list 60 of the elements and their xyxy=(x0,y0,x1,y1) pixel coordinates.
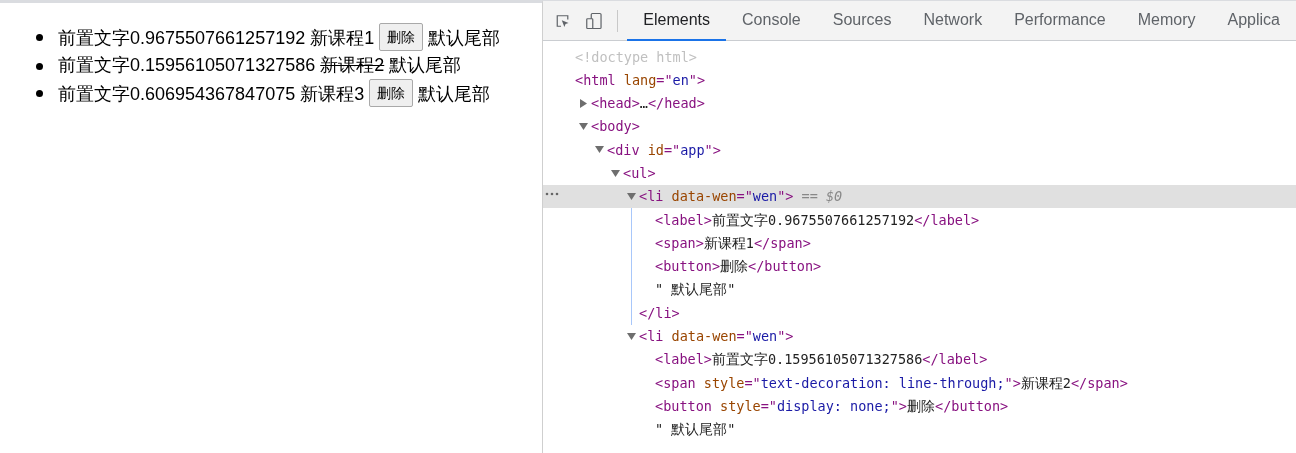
dom-node-row[interactable]: <body> xyxy=(543,114,1296,139)
dom-node-row[interactable]: " 默认尾部" xyxy=(543,417,1296,442)
item-suffix: 默认尾部 xyxy=(428,28,501,48)
delete-button[interactable]: 删除 xyxy=(369,79,414,107)
item-suffix: 默认尾部 xyxy=(389,55,462,75)
expanded-triangle-icon[interactable] xyxy=(579,122,588,132)
dom-node-text: <button>删除</button> xyxy=(655,257,822,277)
dom-node-text: <label>前置文字0.15956105071327586</label> xyxy=(655,350,988,370)
bullet-icon xyxy=(36,90,43,97)
dom-node-row[interactable]: <label>前置文字0.15956105071327586</label> xyxy=(543,347,1296,372)
dom-node-text: <li data-wen="wen"> == $0 xyxy=(639,187,843,207)
devtools-tab[interactable]: Applica xyxy=(1211,0,1296,41)
dom-node-row[interactable]: <li data-wen="wen"> xyxy=(543,324,1296,348)
dom-node-row[interactable]: <span style="text-decoration: line-through;">新课程2</span> xyxy=(543,371,1296,395)
dom-node-text: <button style="display: none;">删除</button> xyxy=(655,396,1009,416)
dom-node-text: <body> xyxy=(591,117,640,137)
expanded-triangle-icon[interactable] xyxy=(611,168,620,178)
collapsed-triangle-icon[interactable] xyxy=(579,98,588,108)
item-label: 前置文字0.15956105071327586 xyxy=(58,55,316,75)
expanded-triangle-icon[interactable] xyxy=(627,331,636,341)
dom-node-row[interactable]: <div id="app"> xyxy=(543,138,1296,162)
item-label: 前置文字0.9675507661257192 xyxy=(58,28,306,48)
dom-node-text: <html lang="en"> xyxy=(575,70,706,90)
dom-node-text: <span style="text-decoration: line-through;">新课程2</span> xyxy=(655,373,1128,393)
item-suffix: 默认尾部 xyxy=(418,84,491,104)
dom-node-row[interactable]: <button style="display: none;">删除</button> xyxy=(543,394,1296,418)
dom-node-row[interactable]: <button>删除</button> xyxy=(543,254,1296,278)
devtools-tab[interactable]: Sources xyxy=(816,0,908,41)
dom-node-text: <li data-wen="wen"> xyxy=(639,327,794,347)
dom-node-text: " 默认尾部" xyxy=(655,280,736,300)
item-label: 前置文字0.606954367847075 xyxy=(58,84,296,104)
dom-node-text: " 默认尾部" xyxy=(655,420,736,440)
dom-node-row[interactable]: <ul> xyxy=(543,161,1296,185)
dom-node-row[interactable]: " 默认尾部" xyxy=(543,277,1296,302)
bullet-icon xyxy=(36,63,43,70)
expanded-triangle-icon[interactable] xyxy=(595,145,604,155)
dom-node-row[interactable]: <html lang="en"> xyxy=(543,68,1296,92)
dom-node-text: <head>…</head> xyxy=(591,94,705,114)
course-name: 新课程2 xyxy=(320,55,385,75)
course-name: 新课程1 xyxy=(310,28,375,48)
devtools-tab[interactable]: Elements xyxy=(627,0,727,41)
dom-node-text: <div id="app"> xyxy=(607,140,721,160)
devtools-tab[interactable]: Performance xyxy=(998,0,1122,41)
expanded-triangle-icon[interactable] xyxy=(627,191,636,201)
delete-button[interactable]: 删除 xyxy=(379,23,424,51)
devtools-tab[interactable]: Console xyxy=(726,0,817,41)
devtools-tab[interactable]: Network xyxy=(907,0,999,41)
dom-node-row[interactable]: <label>前置文字0.9675507661257192</label> xyxy=(543,208,1296,232)
bullet-icon xyxy=(36,34,43,41)
dom-node-row[interactable]: <li data-wen="wen"> == $0 xyxy=(543,184,1296,209)
course-name: 新课程3 xyxy=(300,84,365,104)
dom-node-text: <!doctype html> xyxy=(575,47,697,67)
dom-node-text: <ul> xyxy=(623,164,656,183)
dom-node-text: <label>前置文字0.9675507661257192</label> xyxy=(655,210,980,230)
dom-node-row[interactable]: <head>…</head> xyxy=(543,91,1296,115)
devtools-tab[interactable]: Memory xyxy=(1121,0,1212,41)
dom-node-row[interactable]: <span>新课程1</span> xyxy=(543,231,1296,255)
dom-node-text: </li> xyxy=(639,303,680,323)
dom-node-text: <span>新课程1</span> xyxy=(655,233,811,253)
dom-node-row[interactable]: </li> xyxy=(543,301,1296,325)
